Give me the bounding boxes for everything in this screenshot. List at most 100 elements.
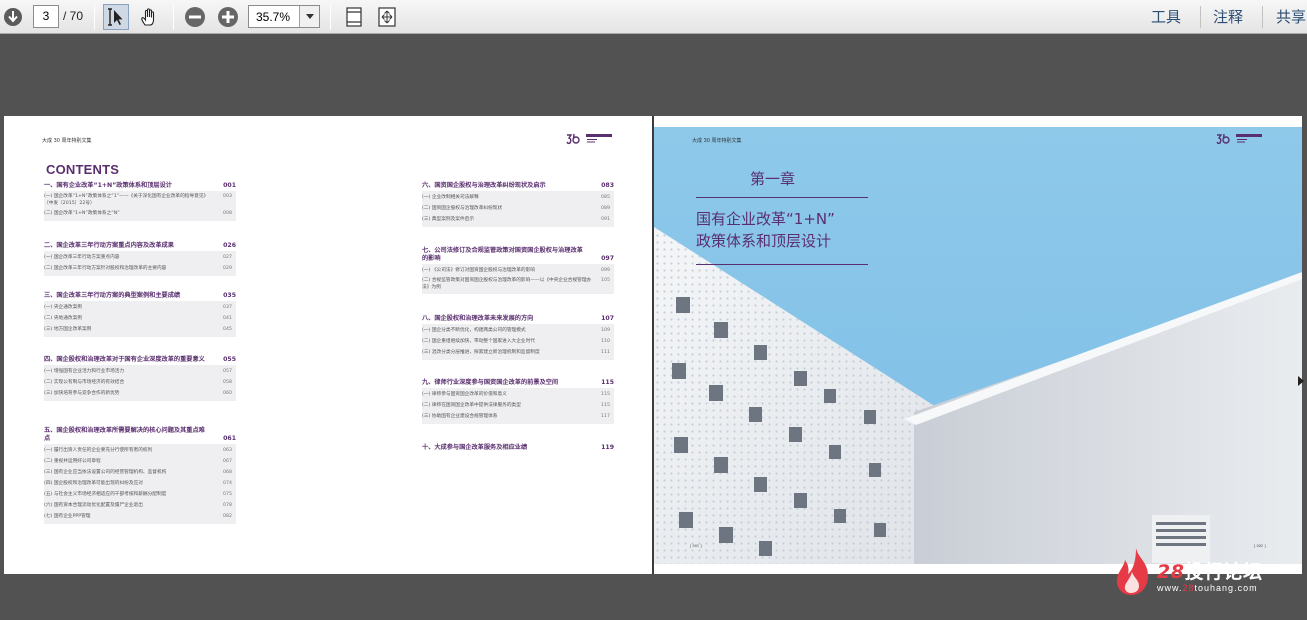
toc-item[interactable]: (五) 与社会主义市场经济相适应的干部考核和薪酬分配制度 075 bbox=[44, 489, 236, 500]
toc-item[interactable]: (二) 国资国企股权与治理改革纠纷现状 089 bbox=[422, 203, 614, 214]
toc-item[interactable]: (四) 国企股权和治理改革可能出现的纠纷及应对 074 bbox=[44, 478, 236, 489]
watermark-url-part: 28 bbox=[1182, 583, 1195, 593]
toc-item-label: (一) 履行出资人责任的企业要充分行使所有者的权利 bbox=[44, 448, 153, 453]
toc-item[interactable]: (三) 国有企业应当依法设置公司的经营管理机构、监督机构 068 bbox=[44, 467, 236, 478]
toc-item[interactable]: (三) 典型案例及案件启示 091 bbox=[422, 214, 614, 225]
next-page-button[interactable] bbox=[2, 4, 24, 30]
toc-item-label: (二) 实现公有制与市场经济的有效结合 bbox=[44, 380, 125, 385]
toolbar-divider bbox=[330, 4, 331, 30]
toc-item[interactable]: (二) 国企改革“1+N”政策体系之“N” 008 bbox=[44, 208, 236, 219]
zoom-out-button[interactable] bbox=[183, 4, 207, 30]
arrow-down-circle-icon bbox=[4, 8, 22, 26]
toc-section-title: 八、国企股权和治理改革未来发展的方向 bbox=[422, 315, 534, 322]
toc-item-label: (一) 律师参与国资国企改革的价值和意义 bbox=[422, 392, 507, 397]
toc-section-heading[interactable]: 六、国资国企股权与治理改革纠纷现状及启示 083 bbox=[422, 182, 614, 191]
toc-item-page: 058 bbox=[223, 380, 232, 385]
toc-section-heading[interactable]: 十、大成参与国企改革服务及相应业绩 119 bbox=[422, 444, 614, 453]
toc-item[interactable]: (二) 国企重组继续加快，带动整个国家进入大企业时代 110 bbox=[422, 336, 614, 347]
toc-section-title: 七、公司法修订及合规监管政策对国资国企股权与治理改革的影响 bbox=[422, 247, 583, 262]
toc-section-heading[interactable]: 九、律师行业深度参与国资国企改革的前景及空间 115 bbox=[422, 379, 614, 388]
toc-section-heading[interactable]: 三、国企改革三年行动方案的典型案例和主要成绩 035 bbox=[44, 292, 236, 301]
toc-item-label: (一) 国企改革三年行动方案重点内容 bbox=[44, 255, 120, 260]
zoom-in-button[interactable] bbox=[216, 4, 240, 30]
toc-item[interactable]: (三) 加快培育参与竞争合作的新优势 060 bbox=[44, 388, 236, 399]
toc-item[interactable]: (二) 合规监管政策对国资国企股权与治理改革的影响——以《中央企业合规管理办法》… bbox=[422, 276, 614, 292]
toc-item[interactable]: (三) 地方国企改革案例 045 bbox=[44, 324, 236, 335]
select-tool-button[interactable] bbox=[103, 4, 129, 30]
toc-item-label: (三) 国有企业应当依法设置公司的经营管理机构、监督机构 bbox=[44, 470, 167, 475]
toc-section-heading[interactable]: 四、国企股权和治理改革对于国有企业深度改革的重要意义 055 bbox=[44, 356, 236, 365]
toc-item[interactable]: (一) 国企分类不断优化，构建两类公司的管理模式 109 bbox=[422, 325, 614, 336]
toc-item[interactable]: (一) 增强国有企业活力和行业市场活力 057 bbox=[44, 366, 236, 377]
toc-section: 三、国企改革三年行动方案的典型案例和主要成绩 035 (一) 央企通改案例 037 (二… bbox=[44, 292, 236, 337]
toc-section-heading[interactable]: 七、公司法修订及合规监管政策对国资国企股权与治理改革的影响 097 bbox=[422, 247, 614, 264]
toc-item-label: (二) 重视并运用好公司章程 bbox=[44, 459, 101, 464]
watermark-url-part: www. bbox=[1157, 583, 1183, 593]
toc-item[interactable]: (一) 企业改制相关司法解释 085 bbox=[422, 192, 614, 203]
toc-item-page: 105 bbox=[601, 278, 610, 283]
toc-section-heading[interactable]: 五、国企股权和治理改革所需要解决的核心问题及其重点难点 061 bbox=[44, 427, 236, 444]
toc-item-list: (一) 国企改革三年行动方案重点内容 027 (二) 国企改革三年行动方案针对股权和… bbox=[44, 251, 236, 276]
zoom-select[interactable]: 35.7% bbox=[248, 5, 320, 28]
toc-item-page: 078 bbox=[223, 503, 232, 508]
toc-item-page: 067 bbox=[223, 459, 232, 464]
toc-item-label: (六) 国有资本合理流动优化配置及僵尸企业退出 bbox=[44, 503, 143, 508]
toc-item[interactable]: (二) 实现公有制与市场经济的有效结合 058 bbox=[44, 377, 236, 388]
page-number-input[interactable]: 3 bbox=[33, 5, 59, 28]
toc-item[interactable]: (二) 国企改革三年行动方案针对股权和治理改革的主要内容 029 bbox=[44, 263, 236, 274]
page-nav-arrow-icon[interactable] bbox=[1298, 376, 1304, 386]
fit-page-button[interactable] bbox=[342, 4, 366, 30]
toc-item-label: (三) 加快培育参与竞争合作的新优势 bbox=[44, 391, 120, 396]
toc-item-page: 085 bbox=[601, 195, 610, 200]
toc-section-page: 055 bbox=[223, 356, 236, 363]
toc-section-title: 一、国有企业改革“1+N”政策体系和顶层设计 bbox=[44, 182, 172, 189]
toc-section: 十、大成参与国企改革服务及相应业绩 119 bbox=[422, 444, 614, 453]
comment-menu[interactable]: 注释 bbox=[1213, 6, 1243, 27]
logo-icon bbox=[1216, 133, 1230, 145]
toolbar: 3 / 70 35.7% 工具 注释 共享 bbox=[0, 0, 1307, 34]
menu-divider bbox=[1200, 6, 1201, 28]
toc-section-title: 五、国企股权和治理改革所需要解决的核心问题及其重点难点 bbox=[44, 427, 205, 442]
toc-item-page: 074 bbox=[223, 481, 232, 486]
toc-item[interactable]: (二) 央地通改案例 041 bbox=[44, 313, 236, 324]
tools-menu[interactable]: 工具 bbox=[1151, 6, 1181, 27]
toc-item[interactable]: (一) 央企通改案例 037 bbox=[44, 302, 236, 313]
toc-item[interactable]: (一) 国企改革“1+N”政策体系之“1”——《关于深化国有企业改革的指导意见》… bbox=[44, 192, 236, 208]
toc-item-page: 099 bbox=[601, 268, 610, 273]
chapter-rule bbox=[696, 264, 868, 265]
toc-item[interactable]: (二) 重视并运用好公司章程 067 bbox=[44, 456, 236, 467]
toc-item[interactable]: (二) 律师在国资国企改革中提供法律服务的类型 115 bbox=[422, 400, 614, 411]
toc-item[interactable]: (一) 律师参与国资国企改革的价值和意义 115 bbox=[422, 389, 614, 400]
fit-width-button[interactable] bbox=[375, 4, 399, 30]
toc-item-page: 045 bbox=[223, 327, 232, 332]
document-page-toc: 大成 30 周年特别文集 CONTENTS 一、国有企业改革“1+N”政策体系和… bbox=[4, 116, 652, 574]
share-menu[interactable]: 共享 bbox=[1276, 6, 1306, 27]
page-header: 大成 30 周年特别文集 bbox=[692, 138, 742, 144]
toc-section-title: 二、国企改革三年行动方案重点内容及改革成果 bbox=[44, 242, 174, 249]
toc-item-page: 109 bbox=[601, 328, 610, 333]
toc-item-label: (一) 增强国有企业活力和行业市场活力 bbox=[44, 369, 125, 374]
toc-item[interactable]: (六) 国有资本合理流动优化配置及僵尸企业退出 078 bbox=[44, 500, 236, 511]
toc-item-label: (一) 央企通改案例 bbox=[44, 305, 82, 310]
toc-item-list: (一) 履行出资人责任的企业要充分行使所有者的权利 063 (二) 重视并运用好公司… bbox=[44, 444, 236, 524]
toc-section-title: 三、国企改革三年行动方案的典型案例和主要成绩 bbox=[44, 292, 181, 299]
toc-section-heading[interactable]: 一、国有企业改革“1+N”政策体系和顶层设计 001 bbox=[44, 182, 236, 191]
toc-section: 二、国企改革三年行动方案重点内容及改革成果 026 (一) 国企改革三年行动方案重点… bbox=[44, 242, 236, 276]
toc-item[interactable]: (三) 混改分类分层推进，探索建立新治理机制和监督制度 111 bbox=[422, 347, 614, 358]
toc-item[interactable]: (一) 《公司法》修订对国资国企股权与治理改革的影响 099 bbox=[422, 265, 614, 276]
toc-section-heading[interactable]: 八、国企股权和治理改革未来发展的方向 107 bbox=[422, 315, 614, 324]
building-photo bbox=[654, 127, 1302, 564]
toc-section-title: 十、大成参与国企改革服务及相应业绩 bbox=[422, 444, 528, 451]
toc-item[interactable]: (三) 协助国有企业建设合规管理体系 117 bbox=[422, 411, 614, 422]
toc-section-title: 九、律师行业深度参与国资国企改革的前景及空间 bbox=[422, 379, 559, 386]
hand-tool-button[interactable] bbox=[137, 4, 161, 30]
toc-item[interactable]: (一) 国企改革三年行动方案重点内容 027 bbox=[44, 252, 236, 263]
brand-badge-icon bbox=[586, 134, 612, 143]
zoom-dropdown-button[interactable] bbox=[299, 6, 319, 27]
toc-item[interactable]: (一) 履行出资人责任的企业要充分行使所有者的权利 063 bbox=[44, 445, 236, 456]
toc-item[interactable]: (七) 国有企业PPP管理 082 bbox=[44, 511, 236, 522]
toolbar-divider bbox=[173, 4, 174, 30]
toc-section-heading[interactable]: 二、国企改革三年行动方案重点内容及改革成果 026 bbox=[44, 242, 236, 251]
chapter-number: 第一章 bbox=[750, 170, 796, 188]
page-top-margin bbox=[654, 116, 1302, 127]
